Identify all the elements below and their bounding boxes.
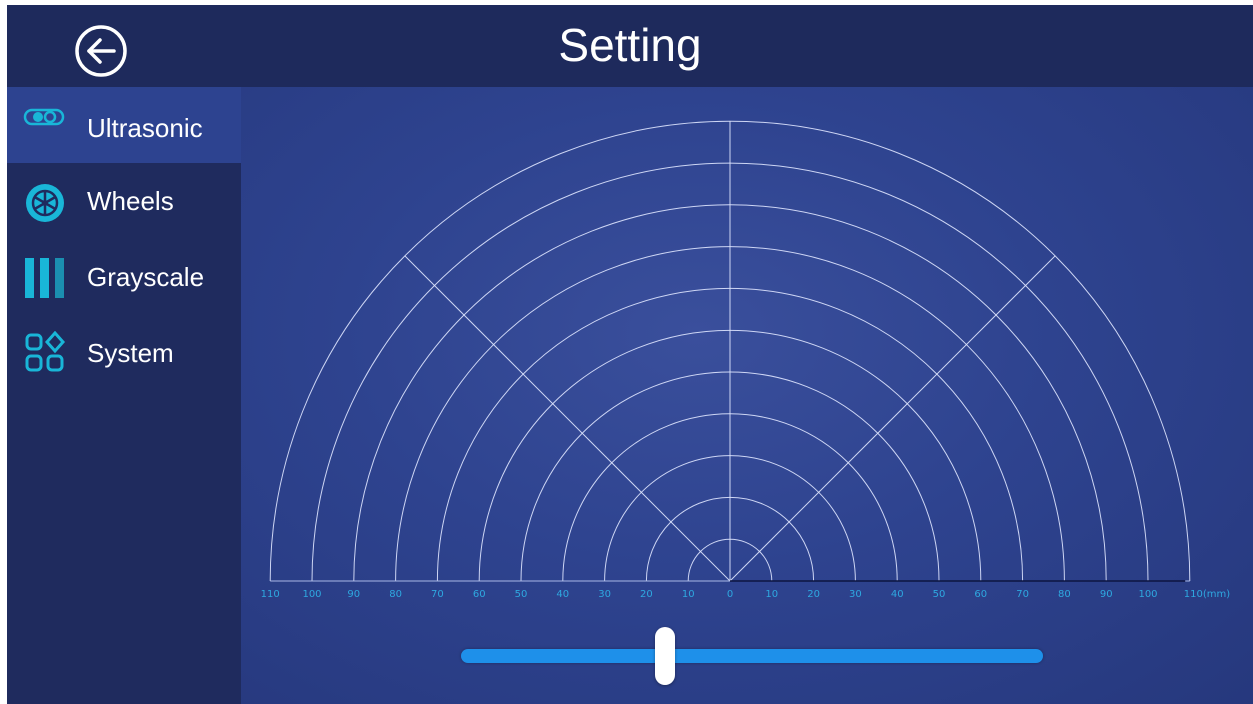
radar-tick-label: 20 — [640, 589, 653, 600]
radar-tick-label: 10 — [682, 589, 695, 600]
sidebar-item-label: Grayscale — [87, 262, 205, 292]
radar-tick-label: 70 — [1016, 589, 1029, 600]
sidebar-item-grayscale[interactable]: Grayscale — [7, 239, 241, 315]
radar-tick-label: 0 — [727, 589, 733, 600]
radar-tick-label: 80 — [1058, 589, 1071, 600]
system-grid-icon — [23, 331, 67, 375]
sidebar-item-label: Ultrasonic — [87, 113, 203, 143]
sidebar-item-label: System — [87, 338, 174, 368]
radar-tick-label: 110 — [261, 589, 280, 600]
sidebar-item-label: Wheels — [87, 186, 174, 216]
radar-tick-label: 70 — [431, 589, 444, 600]
radar-tick-label: 30 — [849, 589, 862, 600]
range-slider[interactable] — [461, 627, 1043, 687]
settings-screen: Setting Ultrasonic Wheels Grayscale Syst… — [7, 5, 1253, 704]
slider-thumb[interactable] — [654, 627, 675, 685]
radar-tick-label: 50 — [933, 589, 946, 600]
radar-tick-label: 40 — [556, 589, 569, 600]
radar-tick-label: 80 — [389, 589, 402, 600]
sidebar-item-ultrasonic[interactable]: Ultrasonic — [7, 87, 241, 163]
radar-tick-label: 60 — [473, 589, 486, 600]
radar-radial-line — [404, 255, 731, 582]
radar-tick-label: 100 — [1138, 589, 1157, 600]
radar-radial-line — [729, 255, 1056, 582]
header-bar: Setting — [7, 5, 1253, 87]
radar-tick-label: 110(mm) — [1184, 589, 1230, 600]
radar-tick-label: 50 — [515, 589, 528, 600]
ultrasonic-sensor-icon — [23, 101, 67, 133]
ultrasonic-panel: 110 100 90 80 70 60 50 40 30 20 10 0 10 20 30 40 50 60 70 8… — [241, 87, 1253, 704]
wheel-icon — [23, 181, 67, 225]
sidebar-item-system[interactable]: System — [7, 315, 241, 391]
radar-tick-label: 10 — [765, 589, 778, 600]
slider-track[interactable] — [461, 649, 1043, 663]
grayscale-bars-icon — [23, 256, 67, 300]
radar-chart: 110 100 90 80 70 60 50 40 30 20 10 0 10 20 30 40 50 60 70 8… — [261, 120, 1230, 600]
radar-tick-label: 40 — [891, 589, 904, 600]
radar-tick-label: 90 — [1100, 589, 1113, 600]
radar-tick-label: 20 — [807, 589, 820, 600]
sidebar: Ultrasonic Wheels Grayscale System — [7, 87, 241, 704]
radar-tick-label: 30 — [598, 589, 611, 600]
radar-tick-label: 60 — [974, 589, 987, 600]
sidebar-item-wheels[interactable]: Wheels — [7, 163, 241, 239]
radar-tick-label: 90 — [347, 589, 360, 600]
radar-tick-label: 100 — [302, 589, 321, 600]
page-title: Setting — [558, 19, 702, 71]
